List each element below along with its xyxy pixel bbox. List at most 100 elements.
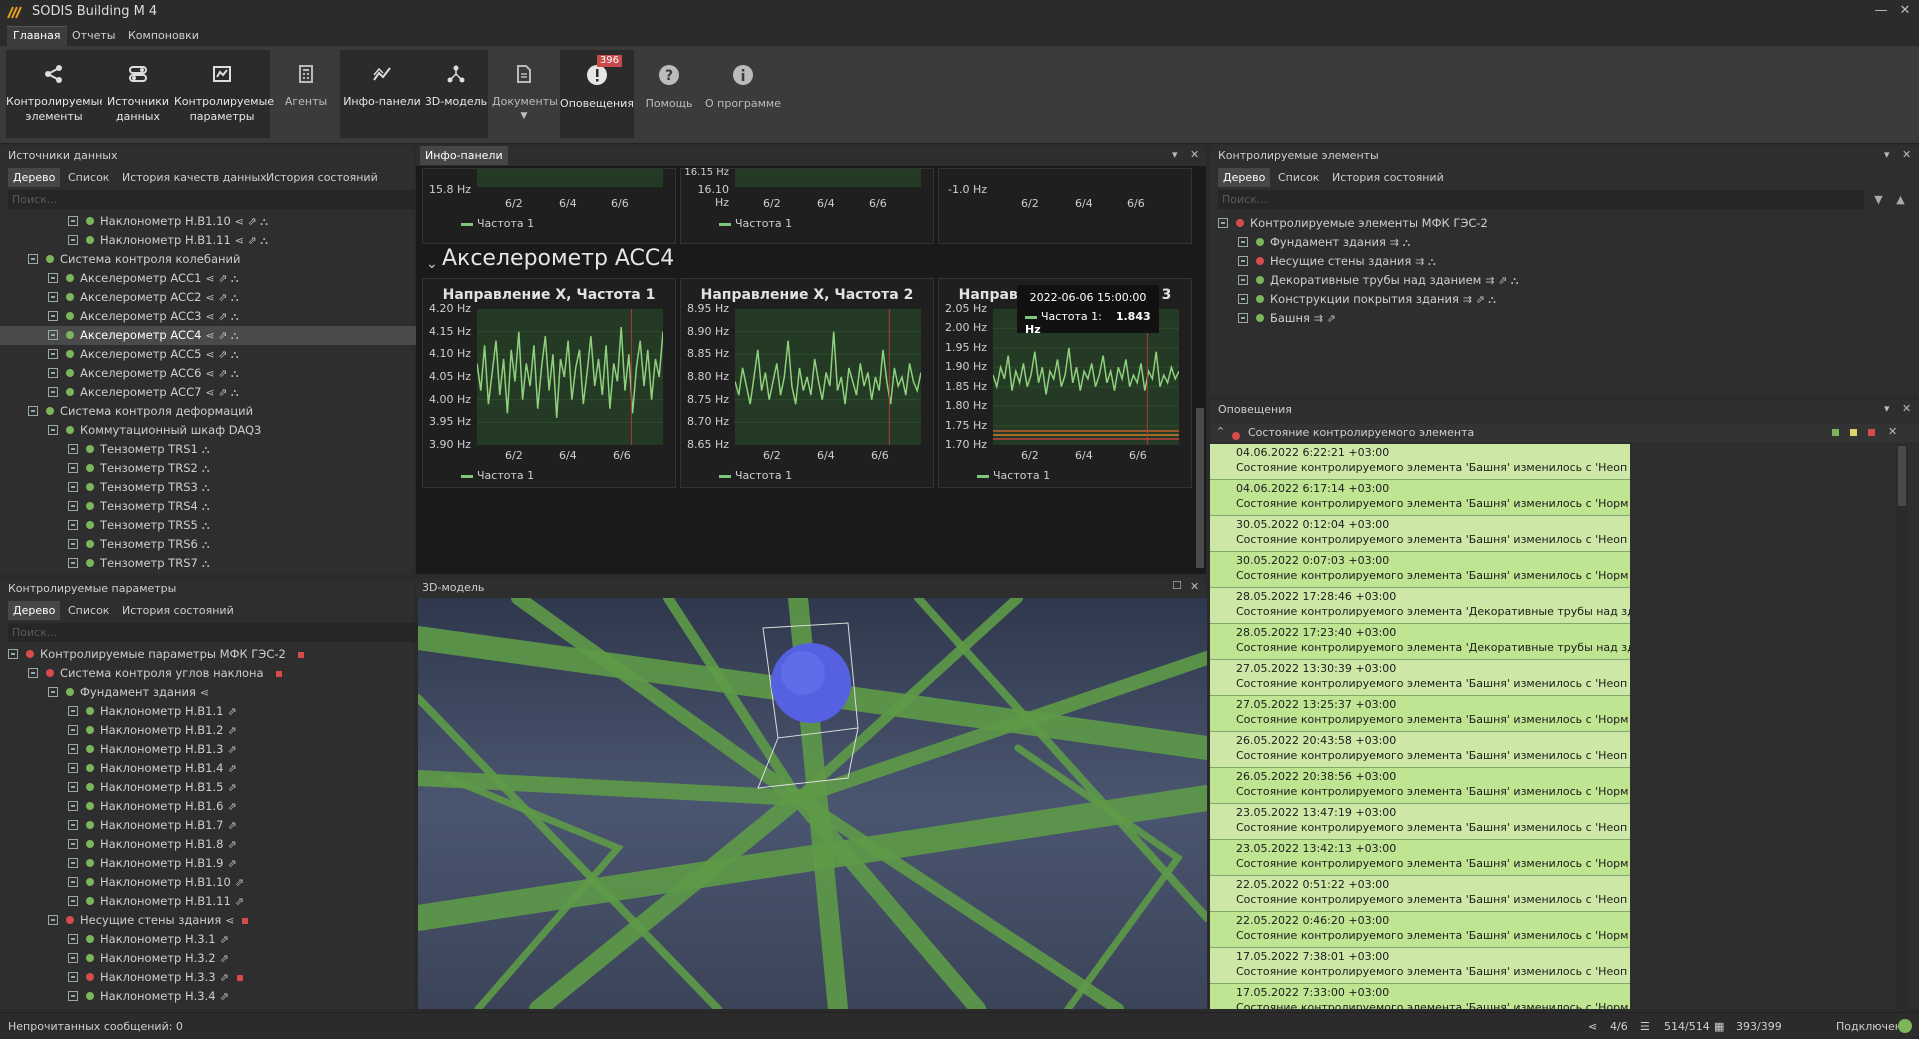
filter-ok-icon[interactable] (1832, 429, 1839, 436)
expand-icon[interactable] (68, 538, 78, 549)
ribbon-infopanels-button[interactable]: Инфо-панели (340, 50, 424, 138)
row-action-icons[interactable]: ⇉ ⇗ (1314, 312, 1336, 325)
tree-row[interactable]: Фундамент здания ⇉ ⛬ (1210, 233, 1870, 252)
filter-icon[interactable]: ▼ (1870, 190, 1887, 209)
tree-row[interactable]: Фундамент здания ⋖ (0, 683, 486, 702)
row-action-icons[interactable]: ⇗ (235, 876, 244, 889)
expand-icon[interactable] (68, 481, 78, 492)
alert-item[interactable]: 27.05.2022 13:25:37 +03:00 Состояние конт… (1210, 696, 1630, 732)
ribbon-documents-button[interactable]: Документы ▼ (492, 50, 558, 138)
tree-row[interactable]: Система контроля колебаний (0, 250, 486, 269)
tree-row[interactable]: Наклонометр Н.В1.7 ⇗ (0, 816, 486, 835)
row-action-icons[interactable]: ⇉ ⇗ ⛬ (1463, 293, 1496, 306)
tree-row[interactable]: Наклонометр Н.В1.10 ⋖ ⇗ ⛬ (0, 212, 486, 231)
alert-item[interactable]: 17.05.2022 7:38:01 +03:00 Состояние контр… (1210, 948, 1630, 984)
tree-row[interactable]: Контролируемые параметры МФК ГЭС-2 (0, 645, 486, 664)
line-chart[interactable]: Направление X, Частота 32.05 Hz2.00 Hz1.… (938, 278, 1192, 488)
dropdown-icon[interactable]: ▾ (1172, 148, 1178, 161)
tree-row[interactable]: Наклонометр Н.В1.10 ⇗ (0, 873, 486, 892)
tree-row[interactable]: Тензометр TRS2 ⛬ (0, 459, 486, 478)
row-action-icons[interactable]: ⇉ ⛬ (1415, 255, 1435, 268)
row-action-icons[interactable]: ⛬ (202, 557, 210, 570)
ribbon-sources-button[interactable]: Источники данных (102, 50, 174, 138)
tree-row[interactable]: Наклонометр Н.В1.3 ⇗ (0, 740, 486, 759)
dropdown-icon[interactable]: ▾ (1884, 402, 1890, 415)
row-action-icons[interactable]: ⛬ (202, 462, 210, 475)
tree-row[interactable]: Акселерометр ACC7 ⋖ ⇗ ⛬ (0, 383, 486, 402)
menu-reports[interactable]: Отчеты (66, 27, 121, 44)
legend-item[interactable]: Частота 1 (719, 469, 792, 482)
line-chart[interactable]: Направление X, Частота 1 4.20 Hz 4.15 Hz 4.… (422, 278, 676, 488)
expand-icon[interactable] (28, 667, 38, 678)
alert-item[interactable]: 28.05.2022 17:23:40 +03:00 Состояние конт… (1210, 624, 1630, 660)
tab-tree[interactable]: Дерево (1218, 168, 1271, 187)
ribbon-3dmodel-button[interactable]: 3D-модель (424, 50, 488, 138)
row-action-icons[interactable]: ⇗ (227, 762, 236, 775)
expand-icon[interactable] (1238, 293, 1248, 304)
collapse-section-icon[interactable]: ⌄ (426, 256, 438, 272)
tree-row[interactable]: Декоративные трубы над зданием ⇉ ⇗ ⛬ (1210, 271, 1870, 290)
tree-row[interactable]: Акселерометр ACC1 ⋖ ⇗ ⛬ (0, 269, 486, 288)
ribbon-params-button[interactable]: Контролируемые параметры (174, 50, 274, 138)
row-action-icons[interactable]: ⇗ (227, 819, 236, 832)
tab-info-panels[interactable]: Инфо-панели (420, 146, 508, 165)
alert-item[interactable]: 17.05.2022 7:33:00 +03:00 Состояние контр… (1210, 984, 1630, 1009)
close-window-button[interactable]: ✕ (1894, 3, 1916, 21)
alert-item[interactable]: 23.05.2022 13:47:19 +03:00 Состояние конт… (1210, 804, 1630, 840)
expand-icon[interactable] (48, 914, 58, 925)
tree-row[interactable]: Наклонометр Н.В1.8 ⇗ (0, 835, 486, 854)
tree-row[interactable]: Тензометр TRS3 ⛬ (0, 478, 486, 497)
row-action-icons[interactable]: ⇉ ⛬ (1390, 236, 1410, 249)
expand-icon[interactable] (8, 648, 18, 659)
tree-row[interactable]: Тензометр TRS5 ⛬ (0, 516, 486, 535)
expand-icon[interactable] (1238, 255, 1248, 266)
tree-row[interactable]: Система контроля углов наклона (0, 664, 486, 683)
alert-item[interactable]: 26.05.2022 20:38:56 +03:00 Состояние конт… (1210, 768, 1630, 804)
tab-list[interactable]: Список (1273, 168, 1324, 187)
tree-row[interactable]: Система контроля деформаций (0, 402, 486, 421)
expand-icon[interactable] (48, 310, 58, 321)
collapse-icon[interactable]: ▲ (1892, 190, 1909, 209)
tab-list[interactable]: Список (63, 601, 114, 620)
tree-row[interactable]: Коммутационный шкаф DAQ3 (0, 421, 486, 440)
tree-row[interactable]: Наклонометр Н.В1.1 ⇗ (0, 702, 486, 721)
row-action-icons[interactable]: ⋖ (225, 914, 234, 927)
alert-item[interactable]: 28.05.2022 17:28:46 +03:00 Состояние конт… (1210, 588, 1630, 624)
tree-row[interactable]: Наклонометр Н.В1.2 ⇗ (0, 721, 486, 740)
row-action-icons[interactable]: ⋖ ⇗ ⛬ (235, 215, 268, 228)
expand-icon[interactable] (68, 819, 78, 830)
expand-icon[interactable] (68, 895, 78, 906)
expand-icon[interactable] (68, 519, 78, 530)
row-action-icons[interactable]: ⛬ (202, 443, 210, 456)
tree-row[interactable]: Акселерометр ACC4 ⋖ ⇗ ⛬ (0, 326, 486, 345)
tree-row[interactable]: Наклонометр Н.3.4 ⇗ (0, 987, 486, 1006)
search-input[interactable]: Поиск... (8, 190, 458, 209)
tab-state-history[interactable]: История состояний (117, 601, 239, 620)
filter-bad-icon[interactable] (1868, 429, 1875, 436)
close-panel-icon[interactable]: ✕ (1902, 148, 1911, 161)
row-action-icons[interactable]: ⇗ (227, 743, 236, 756)
tree-row[interactable]: Наклонометр Н.3.3 ⇗ (0, 968, 486, 987)
chevron-up-icon[interactable]: ⌃ (1216, 425, 1225, 438)
alert-item[interactable]: 26.05.2022 20:43:58 +03:00 Состояние конт… (1210, 732, 1630, 768)
close-icon[interactable]: ✕ (1888, 425, 1897, 438)
expand-icon[interactable] (48, 367, 58, 378)
expand-icon[interactable] (68, 557, 78, 568)
alert-item[interactable]: 30.05.2022 0:12:04 +03:00 Состояние контр… (1210, 516, 1630, 552)
row-action-icons[interactable]: ⇗ (235, 895, 244, 908)
ribbon-help-button[interactable]: ? Помощь (638, 50, 700, 138)
row-action-icons[interactable]: ⇗ (227, 838, 236, 851)
tree-row[interactable]: Несущие стены здания ⇉ ⛬ (1210, 252, 1870, 271)
expand-icon[interactable] (48, 329, 58, 340)
scrollbar[interactable] (1194, 168, 1206, 574)
search-input[interactable]: Поиск... (8, 623, 458, 642)
alert-item[interactable]: 27.05.2022 13:30:39 +03:00 Состояние конт… (1210, 660, 1630, 696)
expand-icon[interactable] (48, 272, 58, 283)
tab-list[interactable]: Список (63, 168, 114, 187)
tree-row[interactable]: Наклонометр Н.3.1 ⇗ (0, 930, 486, 949)
expand-icon[interactable] (68, 462, 78, 473)
alert-item[interactable]: 30.05.2022 0:07:03 +03:00 Состояние контр… (1210, 552, 1630, 588)
row-action-icons[interactable]: ⇗ (220, 933, 229, 946)
ribbon-about-button[interactable]: О программе (704, 50, 782, 138)
expand-icon[interactable] (1238, 312, 1248, 323)
